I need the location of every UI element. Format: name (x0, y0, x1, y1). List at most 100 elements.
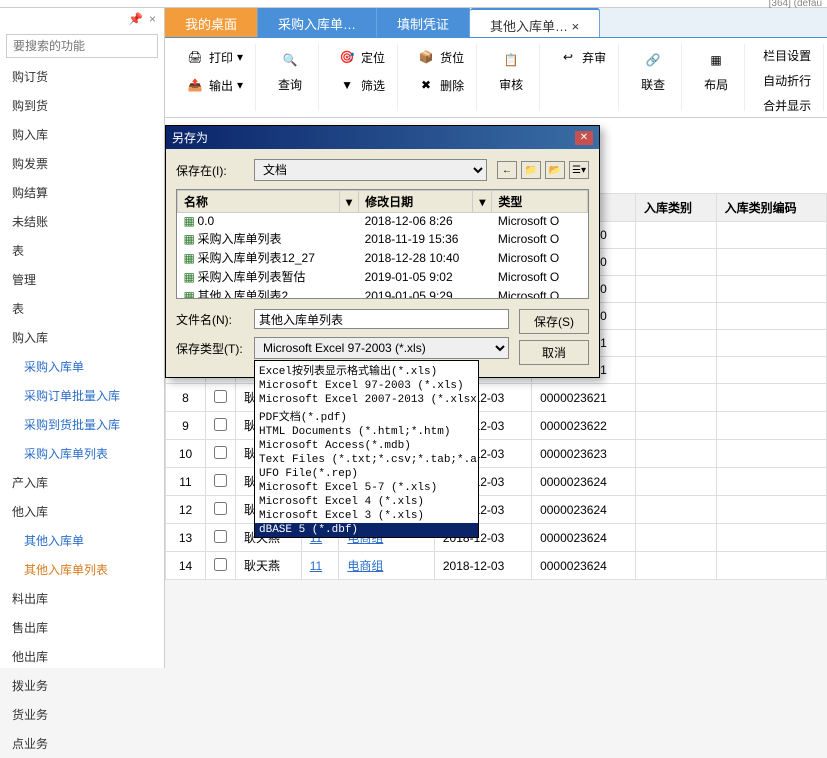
pin-icon[interactable]: 📌 (128, 12, 143, 26)
sidebar-item[interactable]: 拨业务 (0, 671, 164, 700)
save-button[interactable]: 保存(S) (519, 309, 589, 334)
print-button[interactable]: 🖨打印 ▾ (179, 44, 249, 70)
sidebar-item[interactable]: 产入库 (0, 468, 164, 497)
query-button[interactable]: 🔍查询 (268, 44, 312, 95)
view-icon[interactable]: ☰▾ (569, 161, 589, 179)
sidebar-item[interactable]: 表 (0, 294, 164, 323)
link-button[interactable]: 🔗联查 (631, 44, 675, 95)
sidebar-item[interactable]: 管理 (0, 265, 164, 294)
dropdown-option[interactable]: Microsoft Excel 3 (*.xls) (255, 509, 478, 523)
search-input[interactable] (6, 34, 158, 58)
dropdown-option[interactable]: dBASE 5 (*.dbf) (255, 523, 478, 537)
back-icon[interactable]: ← (497, 161, 517, 179)
inventory-button[interactable]: 📦货位 (410, 44, 470, 70)
dropdown-option[interactable]: Microsoft Excel 97-2003 (*.xls) (255, 379, 478, 393)
sidebar-item[interactable]: 其他入库单列表 (0, 555, 164, 584)
sidebar-item[interactable]: 采购入库单列表 (0, 439, 164, 468)
row-checkbox[interactable] (214, 502, 227, 515)
sidebar-item[interactable]: 采购入库单 (0, 352, 164, 381)
col-type[interactable]: 入库类别 (635, 194, 716, 222)
ribbon-toolbar: 🖨打印 ▾ 📤输出 ▾ 🔍查询 🎯定位 ▼筛选 📦货位 ✖删除 📋审核 ↩弃审 … (165, 38, 827, 118)
col-type-code[interactable]: 入库类别编码 (716, 194, 826, 222)
merge-show-button[interactable]: 合并显示 (757, 94, 817, 117)
sidebar-item[interactable]: 其他入库单 (0, 526, 164, 555)
file-col-type[interactable]: 类型 (492, 191, 588, 213)
row-checkbox[interactable] (214, 558, 227, 571)
layout-icon: ▦ (702, 46, 730, 74)
filename-input[interactable] (254, 309, 509, 329)
delete-button[interactable]: ✖删除 (410, 72, 470, 98)
dropdown-option[interactable]: Microsoft Excel 4 (*.xls) (255, 495, 478, 509)
filetype-select[interactable]: Microsoft Excel 97-2003 (*.xls) (254, 337, 509, 359)
link-icon: 🔗 (639, 46, 667, 74)
save-as-dialog: 另存为 ✕ 保存在(I): 文档 ← 📁 📂 ☰▾ 名称 ▾ 修改日期 ▾ 类型 (165, 125, 600, 378)
dropdown-option[interactable]: Microsoft Excel 2007-2013 (*.xlsx) (255, 393, 478, 407)
dropdown-option[interactable]: HTML Documents (*.html;*.htm) (255, 425, 478, 439)
column-settings-button[interactable]: 栏目设置 (757, 44, 817, 67)
cancel-button[interactable]: 取消 (519, 340, 589, 365)
abandon-button[interactable]: ↩弃审 (552, 44, 612, 70)
close-icon[interactable]: × (149, 12, 156, 26)
sidebar-item[interactable]: 料出库 (0, 584, 164, 613)
sidebar-item[interactable]: 购结算 (0, 178, 164, 207)
row-checkbox[interactable] (214, 446, 227, 459)
search-icon: 🔍 (276, 46, 304, 74)
dropdown-option[interactable]: PDF文档(*.pdf) (255, 407, 478, 425)
sidebar-item[interactable]: 购发票 (0, 149, 164, 178)
sidebar-item[interactable]: 他出库 (0, 642, 164, 671)
file-list[interactable]: 名称 ▾ 修改日期 ▾ 类型 ▦0.02018-12-06 8:26Micros… (176, 189, 589, 299)
row-checkbox[interactable] (214, 418, 227, 431)
sidebar-item[interactable]: 他入库 (0, 497, 164, 526)
sidebar-item[interactable]: 购到货 (0, 91, 164, 120)
file-row[interactable]: ▦其他入库单列表22019-01-05 9:29Microsoft O (178, 286, 588, 299)
filename-label: 文件名(N): (176, 311, 248, 328)
audit-button[interactable]: 📋审核 (489, 44, 533, 95)
table-row[interactable]: 14耿天燕11电商组2018-12-030000023624 (166, 552, 827, 580)
file-col-date[interactable]: 修改日期 (359, 191, 473, 213)
row-checkbox[interactable] (214, 530, 227, 543)
file-row[interactable]: ▦采购入库单列表2018-11-19 15:36Microsoft O (178, 229, 588, 248)
tab[interactable]: 我的桌面 (165, 8, 258, 37)
sidebar-item[interactable]: 采购到货批量入库 (0, 410, 164, 439)
file-row[interactable]: ▦0.02018-12-06 8:26Microsoft O (178, 213, 588, 230)
dropdown-option[interactable]: Microsoft Access(*.mdb) (255, 439, 478, 453)
dialog-close-button[interactable]: ✕ (575, 131, 593, 145)
sidebar-item[interactable]: 采购订单批量入库 (0, 381, 164, 410)
window-titlebar-text: [364] (defau (769, 0, 822, 9)
sidebar-item[interactable]: 购入库 (0, 323, 164, 352)
sidebar-item[interactable]: 表 (0, 236, 164, 265)
sidebar-item[interactable]: 购入库 (0, 120, 164, 149)
sidebar-item[interactable]: 未结账 (0, 207, 164, 236)
up-icon[interactable]: 📁 (521, 161, 541, 179)
sidebar-item[interactable]: 货业务 (0, 700, 164, 729)
output-button[interactable]: 📤输出 ▾ (179, 72, 249, 98)
dropdown-option[interactable]: Excel按列表显示格式输出(*.xls) (255, 361, 478, 379)
file-row[interactable]: ▦采购入库单列表12_272018-12-28 10:40Microsoft O (178, 248, 588, 267)
file-col-name[interactable]: 名称 (178, 191, 340, 213)
filetype-label: 保存类型(T): (176, 340, 248, 357)
undo-icon: ↩ (558, 47, 578, 67)
row-checkbox[interactable] (214, 474, 227, 487)
save-in-select[interactable]: 文档 (254, 159, 487, 181)
tab[interactable]: 其他入库单… × (470, 8, 600, 37)
tab-bar: 我的桌面采购入库单…填制凭证其他入库单… × (165, 8, 827, 38)
locate-button[interactable]: 🎯定位 (331, 44, 391, 70)
trash-icon: ✖ (416, 75, 436, 95)
auto-wrap-button[interactable]: 自动折行 (757, 69, 817, 92)
dropdown-option[interactable]: UFO File(*.rep) (255, 467, 478, 481)
check-icon: 📋 (497, 46, 525, 74)
filter-button[interactable]: ▼筛选 (331, 72, 391, 98)
sidebar-item[interactable]: 购订货 (0, 62, 164, 91)
tab[interactable]: 填制凭证 (377, 8, 470, 37)
funnel-icon: ▼ (337, 75, 357, 95)
sidebar-item[interactable]: 点业务 (0, 729, 164, 758)
row-checkbox[interactable] (214, 390, 227, 403)
dropdown-option[interactable]: Text Files (*.txt;*.csv;*.tab;*.asc) (255, 453, 478, 467)
file-row[interactable]: ▦采购入库单列表暂估2019-01-05 9:02Microsoft O (178, 267, 588, 286)
layout-button[interactable]: ▦布局 (694, 44, 738, 95)
filetype-dropdown[interactable]: Excel按列表显示格式输出(*.xls)Microsoft Excel 97-… (254, 360, 479, 538)
sidebar-item[interactable]: 售出库 (0, 613, 164, 642)
new-folder-icon[interactable]: 📂 (545, 161, 565, 179)
tab[interactable]: 采购入库单… (258, 8, 377, 37)
dropdown-option[interactable]: Microsoft Excel 5-7 (*.xls) (255, 481, 478, 495)
